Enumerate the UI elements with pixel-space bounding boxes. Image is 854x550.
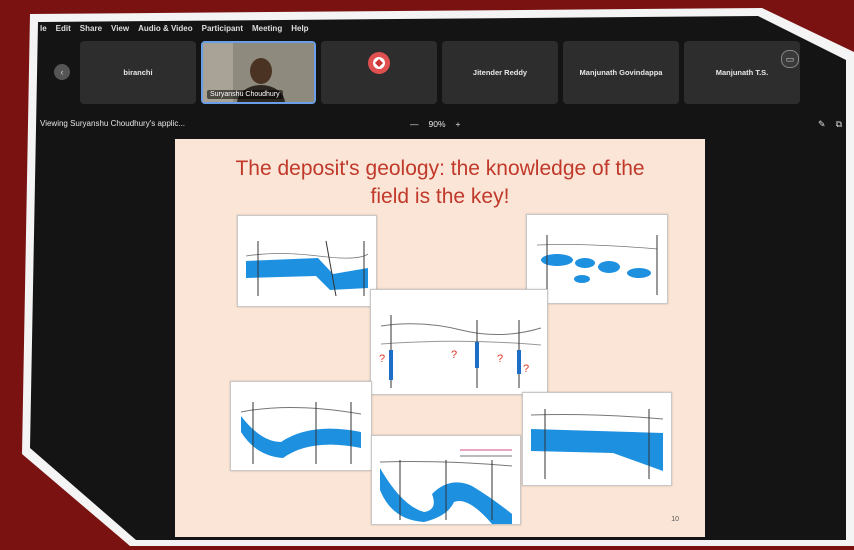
menu-view[interactable]: View	[111, 24, 129, 36]
menu-participant[interactable]: Participant	[202, 24, 243, 36]
menu-help[interactable]: Help	[291, 24, 308, 36]
participant-name: Manjunath Govindappa	[579, 68, 663, 77]
slide-title-line1: The deposit's geology: the knowledge of …	[235, 157, 645, 180]
cross-section-figure	[536, 235, 658, 295]
zoom-in-button[interactable]: +	[456, 119, 461, 129]
participant-tile-active[interactable]: Suryanshu Choudhury	[201, 41, 316, 104]
zoom-level: 90%	[428, 119, 446, 129]
participant-tile[interactable]: Jitender Reddy	[442, 41, 558, 104]
view-controls: ✎ ⧉	[818, 119, 842, 130]
geology-diagram	[522, 392, 672, 486]
view-options-icon[interactable]: ▭	[781, 50, 799, 68]
question-mark: ?	[497, 353, 503, 365]
participant-tile[interactable]: Manjunath T.S.	[684, 41, 800, 104]
menu-edit[interactable]: Edit	[56, 24, 71, 36]
menu-file[interactable]: le	[40, 24, 47, 36]
slide-title-line2: field is the key!	[370, 185, 510, 208]
menu-bar: le Edit Share View Audio & Video Partici…	[40, 24, 309, 36]
question-mark: ?	[523, 363, 529, 375]
participant-name: biranchi	[123, 68, 153, 77]
participant-tile[interactable]	[321, 41, 437, 104]
prev-page-button[interactable]: ‹	[54, 64, 70, 80]
cross-section-figure: ? ? ? ?	[379, 315, 542, 388]
slide-title: The deposit's geology: the knowledge of …	[175, 155, 705, 211]
participant-name: Jitender Reddy	[472, 68, 528, 77]
avatar-icon	[368, 52, 390, 74]
geology-diagram	[230, 381, 372, 471]
geology-diagram	[371, 435, 521, 525]
cross-section-figure	[530, 409, 664, 479]
geology-diagram: ? ? ? ?	[370, 289, 548, 395]
slide-page-number: 10	[671, 516, 679, 523]
window-icon[interactable]: ⧉	[836, 119, 842, 130]
question-mark: ?	[451, 349, 457, 361]
menu-meeting[interactable]: Meeting	[252, 24, 282, 36]
pen-icon[interactable]: ✎	[818, 119, 826, 130]
participant-name: Manjunath T.S.	[715, 68, 769, 77]
menu-share[interactable]: Share	[80, 24, 102, 36]
zoom-control: — 90% +	[410, 119, 460, 129]
question-mark: ?	[379, 353, 385, 365]
participant-name: Suryanshu Choudhury	[207, 90, 283, 99]
geology-diagram	[237, 215, 377, 307]
cross-section-figure	[240, 402, 362, 464]
cross-section-figure	[245, 240, 369, 297]
shared-slide: The deposit's geology: the knowledge of …	[175, 139, 705, 537]
zoom-window: le Edit Share View Audio & Video Partici…	[0, 0, 854, 550]
zoom-out-button[interactable]: —	[410, 119, 419, 129]
viewing-status: Viewing Suryanshu Choudhury's applic...	[40, 119, 186, 128]
participant-tile[interactable]: Manjunath Govindappa	[563, 41, 679, 104]
participant-tile[interactable]: biranchi	[80, 41, 196, 104]
cross-section-figure	[379, 449, 513, 524]
menu-audio-video[interactable]: Audio & Video	[138, 24, 193, 36]
